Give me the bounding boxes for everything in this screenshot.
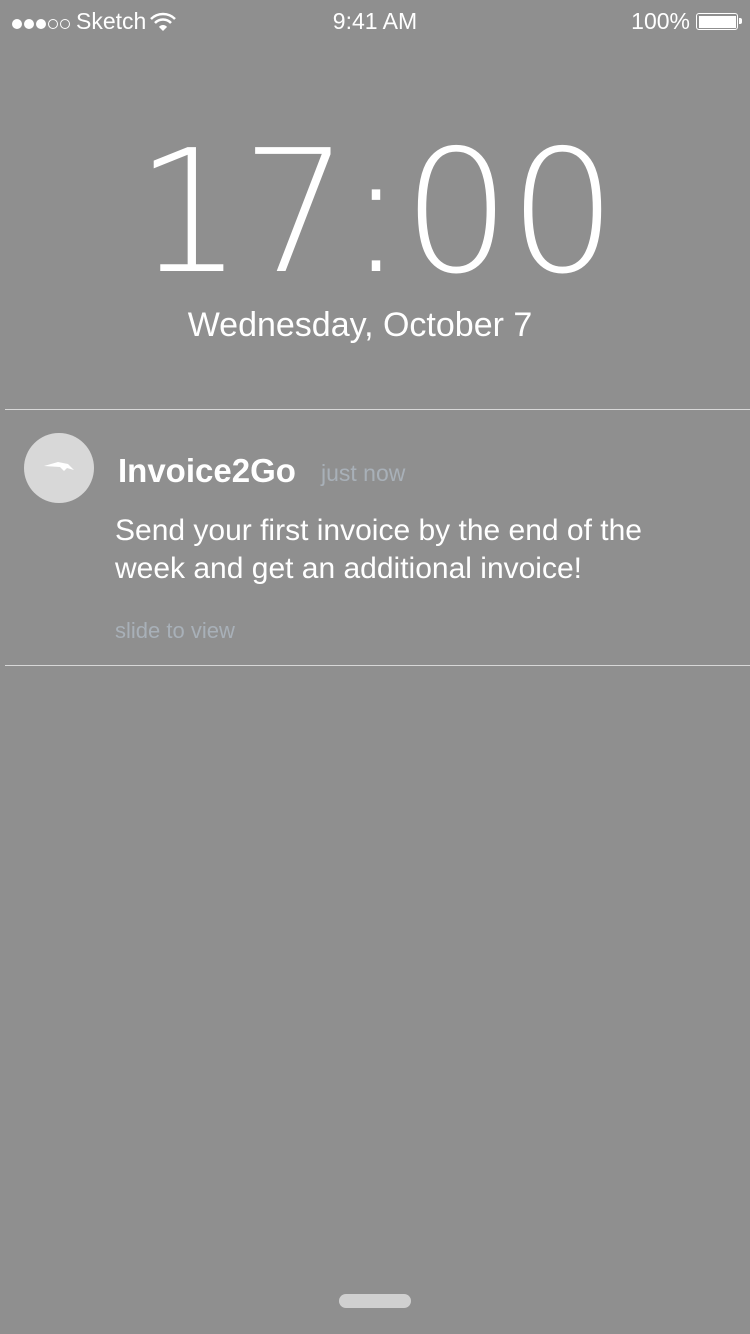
- divider: [5, 409, 750, 410]
- lock-date: Wednesday, October 7: [187, 306, 533, 344]
- divider: [5, 665, 750, 666]
- battery: 100%: [631, 8, 742, 35]
- invoice2go-bird-icon: [44, 462, 74, 471]
- app-icon: [24, 433, 94, 503]
- home-handle[interactable]: [339, 1294, 411, 1308]
- timestamp: just now: [321, 460, 406, 486]
- notification-message: Send your first invoice by the end of th…: [115, 514, 642, 585]
- battery-icon: [696, 13, 742, 30]
- battery-percent: 100%: [631, 8, 690, 34]
- status-bar: Sketch 9:41 AM 100%: [0, 0, 750, 42]
- lock-time: 17:00: [135, 114, 617, 312]
- app-name: Invoice2Go: [118, 452, 296, 489]
- slide-hint[interactable]: slide to view: [115, 618, 235, 644]
